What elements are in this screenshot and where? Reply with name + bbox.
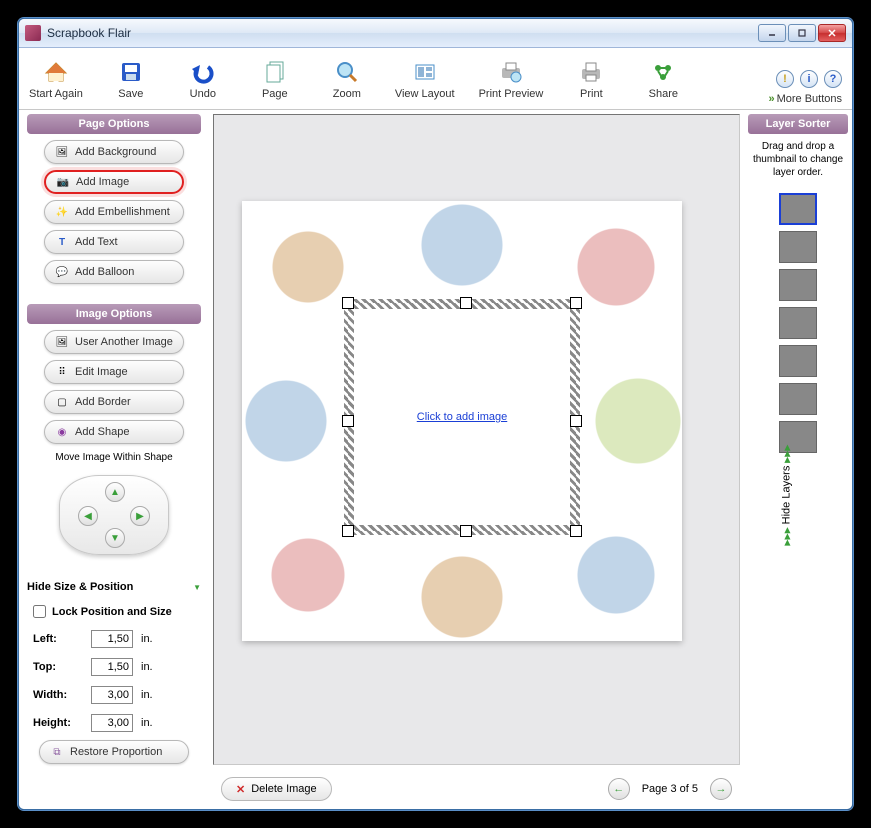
app-window: Scrapbook Flair Start Again Save Undo Pa… <box>18 18 853 810</box>
home-icon <box>42 58 70 86</box>
height-input[interactable] <box>91 714 133 732</box>
left-input[interactable] <box>91 630 133 648</box>
main-toolbar: Start Again Save Undo Page Zoom View Lay… <box>19 48 852 110</box>
layer-sorter-panel: Layer Sorter Drag and drop a thumbnail t… <box>744 110 852 809</box>
layer-thumb[interactable] <box>779 383 817 415</box>
layer-thumb[interactable] <box>779 269 817 301</box>
use-another-image-button[interactable]: 🖼 User Another Image <box>44 330 184 354</box>
save-button[interactable]: Save <box>107 58 155 100</box>
maximize-button[interactable] <box>788 24 816 42</box>
layer-sorter-header: Layer Sorter <box>748 114 848 134</box>
undo-icon <box>189 58 217 86</box>
layer-thumb[interactable] <box>779 193 817 225</box>
pages-icon <box>261 58 289 86</box>
width-input[interactable] <box>91 686 133 704</box>
help-button[interactable]: ? <box>824 70 842 88</box>
move-image-pad: ▲ ▼ ◀ ▶ <box>59 475 169 555</box>
background-icon: 🖼 <box>55 145 69 159</box>
layer-list: ▶▶▶ Hide Layers ▶▶▶ <box>748 185 848 805</box>
add-embellishment-button[interactable]: ✨ Add Embellishment <box>44 200 184 224</box>
click-to-add-image-link[interactable]: Click to add image <box>417 411 508 423</box>
restore-proportion-button[interactable]: ⧉ Restore Proportion <box>39 740 189 764</box>
layer-thumb[interactable] <box>779 231 817 263</box>
delete-icon: ✕ <box>236 783 245 796</box>
add-border-button[interactable]: ▢ Add Border <box>44 390 184 414</box>
resize-handle-sw[interactable] <box>342 525 354 537</box>
edit-image-button[interactable]: ⠿ Edit Image <box>44 360 184 384</box>
move-within-label: Move Image Within Shape <box>27 450 201 465</box>
window-title: Scrapbook Flair <box>47 26 758 40</box>
page-status: Page 3 of 5 <box>642 783 698 795</box>
layer-thumb[interactable] <box>779 345 817 377</box>
resize-handle-e[interactable] <box>570 415 582 427</box>
edit-icon: ⠿ <box>55 365 69 379</box>
print-preview-icon <box>497 58 525 86</box>
layer-thumb[interactable] <box>779 307 817 339</box>
canvas-zone: Click to add image ✕ <box>209 110 744 809</box>
print-button[interactable]: Print <box>567 58 615 100</box>
canvas-area[interactable]: Click to add image <box>213 114 740 765</box>
image-placeholder-frame[interactable]: Click to add image <box>344 299 580 535</box>
page-button[interactable]: Page <box>251 58 299 100</box>
printer-icon <box>577 58 605 86</box>
image-icon: 📷 <box>56 175 70 189</box>
add-text-button[interactable]: T Add Text <box>44 230 184 254</box>
move-right-button[interactable]: ▶ <box>130 506 150 526</box>
add-image-button[interactable]: 📷 Add Image <box>44 170 184 194</box>
resize-handle-ne[interactable] <box>570 297 582 309</box>
move-down-button[interactable]: ▼ <box>105 528 125 548</box>
size-position-toggle[interactable]: Hide Size & Position ▼ <box>27 579 201 595</box>
hide-layers-toggle[interactable]: ▶▶▶ Hide Layers ▶▶▶ <box>781 444 793 545</box>
close-button[interactable] <box>818 24 846 42</box>
minimize-button[interactable] <box>758 24 786 42</box>
resize-handle-w[interactable] <box>342 415 354 427</box>
page-options-header: Page Options <box>27 114 201 134</box>
text-icon: T <box>55 235 69 249</box>
info-help-button[interactable]: i <box>800 70 818 88</box>
resize-handle-s[interactable] <box>460 525 472 537</box>
move-left-button[interactable]: ◀ <box>78 506 98 526</box>
restore-icon: ⧉ <box>50 745 64 759</box>
resize-handle-n[interactable] <box>460 297 472 309</box>
add-background-button[interactable]: 🖼 Add Background <box>44 140 184 164</box>
lock-position-checkbox[interactable] <box>33 605 46 618</box>
titlebar: Scrapbook Flair <box>19 19 852 48</box>
move-up-button[interactable]: ▲ <box>105 482 125 502</box>
canvas-bottom-bar: ✕ Delete Image ← Page 3 of 5 → <box>209 769 744 809</box>
add-shape-button[interactable]: ◉ Add Shape <box>44 420 184 444</box>
undo-button[interactable]: Undo <box>179 58 227 100</box>
delete-image-button[interactable]: ✕ Delete Image <box>221 777 332 801</box>
layout-icon <box>411 58 439 86</box>
shape-icon: ◉ <box>55 425 69 439</box>
start-again-button[interactable]: Start Again <box>29 58 83 100</box>
resize-handle-nw[interactable] <box>342 297 354 309</box>
balloon-icon: 💬 <box>55 265 69 279</box>
floppy-icon <box>117 58 145 86</box>
more-buttons-link[interactable]: More Buttons <box>768 93 842 105</box>
share-icon <box>649 58 677 86</box>
print-preview-button[interactable]: Print Preview <box>479 58 544 100</box>
collapse-icon: ▼ <box>193 583 201 592</box>
top-input[interactable] <box>91 658 133 676</box>
border-icon: ▢ <box>55 395 69 409</box>
add-balloon-button[interactable]: 💬 Add Balloon <box>44 260 184 284</box>
app-icon <box>25 25 41 41</box>
view-layout-button[interactable]: View Layout <box>395 58 455 100</box>
layer-hint: Drag and drop a thumbnail to change laye… <box>748 138 848 181</box>
magnifier-icon <box>333 58 361 86</box>
scrapbook-page[interactable]: Click to add image <box>242 201 682 641</box>
lock-position-label: Lock Position and Size <box>52 606 172 618</box>
prev-page-button[interactable]: ← <box>608 778 630 800</box>
embellishment-icon: ✨ <box>55 205 69 219</box>
share-button[interactable]: Share <box>639 58 687 100</box>
swap-image-icon: 🖼 <box>55 335 69 349</box>
image-options-header: Image Options <box>27 304 201 324</box>
resize-handle-se[interactable] <box>570 525 582 537</box>
zoom-button[interactable]: Zoom <box>323 58 371 100</box>
warning-help-button[interactable]: ! <box>776 70 794 88</box>
left-sidebar: Page Options 🖼 Add Background 📷 Add Imag… <box>19 110 209 809</box>
next-page-button[interactable]: → <box>710 778 732 800</box>
